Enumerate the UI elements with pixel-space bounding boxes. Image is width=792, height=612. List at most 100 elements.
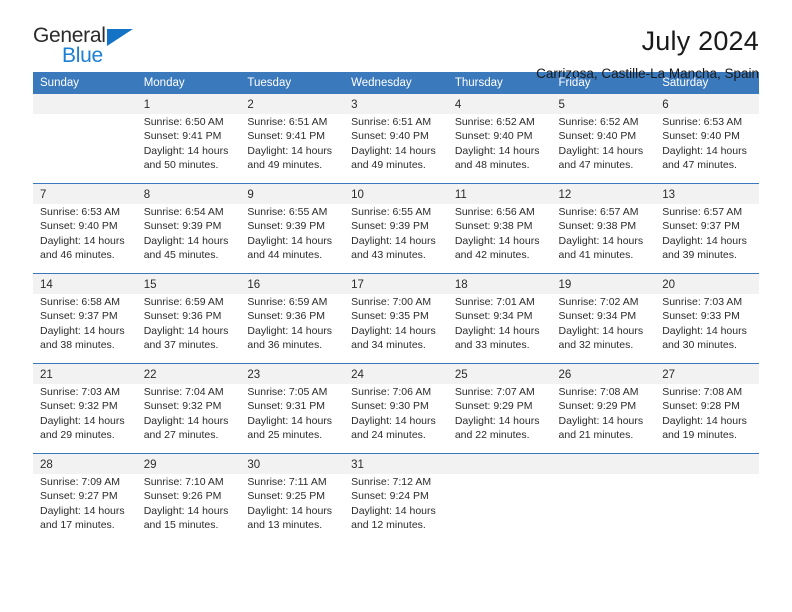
- daylight-text-line1: Daylight: 14 hours: [247, 144, 333, 157]
- sunset-text: Sunset: 9:38 PM: [454, 220, 533, 233]
- daylight-text-line1: Daylight: 14 hours: [40, 234, 125, 247]
- day-number-cell[interactable]: 20: [655, 274, 759, 294]
- day-number-cell[interactable]: 11: [447, 184, 552, 204]
- day-number-cell[interactable]: 29: [136, 454, 241, 474]
- weekday-header-tuesday: Tuesday: [240, 72, 345, 94]
- day-info-cell[interactable]: Sunrise: 6:58 AM Sunset: 9:37 PM Daylight:…: [33, 294, 137, 363]
- daylight-text-line1: Daylight: 14 hours: [40, 324, 125, 337]
- day-info-cell[interactable]: Sunrise: 6:50 AM Sunset: 9:41 PM Daylight:…: [136, 114, 241, 183]
- day-info-cell[interactable]: Sunrise: 6:52 AM Sunset: 9:40 PM Daylight:…: [551, 114, 656, 183]
- daylight-text-line2: and 34 minutes.: [351, 338, 426, 351]
- day-info-cell[interactable]: Sunrise: 7:02 AM Sunset: 9:34 PM Daylight:…: [551, 294, 656, 363]
- empty-day-cell: [655, 454, 759, 474]
- day-number-cell[interactable]: 21: [33, 364, 137, 384]
- sunrise-sunset-calendar: Sunday Monday Tuesday Wednesday Thursday…: [33, 72, 759, 543]
- day-info-cell[interactable]: Sunrise: 7:08 AM Sunset: 9:29 PM Daylight:…: [551, 384, 656, 453]
- day-info-cell[interactable]: Sunrise: 7:08 AM Sunset: 9:28 PM Daylight:…: [655, 384, 759, 453]
- day-info-cell[interactable]: Sunrise: 7:09 AM Sunset: 9:27 PM Daylight:…: [33, 474, 137, 543]
- day-number-cell[interactable]: 9: [240, 184, 345, 204]
- sunrise-text: Sunrise: 6:59 AM: [247, 296, 328, 308]
- daylight-text-line1: Daylight: 14 hours: [662, 414, 747, 427]
- sunset-text: Sunset: 9:39 PM: [247, 220, 326, 233]
- day-info-cell[interactable]: Sunrise: 6:56 AM Sunset: 9:38 PM Daylight:…: [447, 204, 552, 273]
- day-info-cell[interactable]: Sunrise: 6:55 AM Sunset: 9:39 PM Daylight:…: [240, 204, 345, 273]
- day-number-cell[interactable]: 13: [655, 184, 759, 204]
- day-info-cell[interactable]: Sunrise: 6:54 AM Sunset: 9:39 PM Daylight:…: [136, 204, 241, 273]
- sunset-text: Sunset: 9:28 PM: [662, 400, 740, 413]
- daylight-text-line1: Daylight: 14 hours: [662, 144, 747, 157]
- sunset-text: Sunset: 9:40 PM: [351, 130, 429, 143]
- day-number-cell[interactable]: 22: [136, 364, 241, 384]
- day-info-cell[interactable]: Sunrise: 7:07 AM Sunset: 9:29 PM Daylight:…: [447, 384, 552, 453]
- daylight-text-line1: Daylight: 14 hours: [454, 324, 540, 337]
- daylight-text-line2: and 41 minutes.: [558, 248, 634, 261]
- day-number-cell[interactable]: 12: [551, 184, 656, 204]
- general-blue-logo[interactable]: General Blue: [33, 24, 153, 70]
- weekday-header-wednesday: Wednesday: [344, 72, 448, 94]
- day-info-cell[interactable]: Sunrise: 7:04 AM Sunset: 9:32 PM Daylight:…: [136, 384, 241, 453]
- day-info-cell[interactable]: Sunrise: 6:51 AM Sunset: 9:41 PM Daylight:…: [240, 114, 345, 183]
- day-info-cell[interactable]: Sunrise: 7:12 AM Sunset: 9:24 PM Daylight:…: [344, 474, 448, 543]
- day-number-cell[interactable]: 4: [447, 94, 552, 114]
- day-number-cell[interactable]: 31: [344, 454, 448, 474]
- day-info-cell[interactable]: Sunrise: 7:06 AM Sunset: 9:30 PM Daylight:…: [344, 384, 448, 453]
- day-info-cell[interactable]: Sunrise: 6:55 AM Sunset: 9:39 PM Daylight:…: [344, 204, 448, 273]
- day-info-cell[interactable]: Sunrise: 6:53 AM Sunset: 9:40 PM Daylight:…: [33, 204, 137, 273]
- day-number-cell[interactable]: 5: [551, 94, 656, 114]
- day-number-cell[interactable]: 30: [240, 454, 345, 474]
- day-info-cell[interactable]: Sunrise: 7:05 AM Sunset: 9:31 PM Daylight:…: [240, 384, 345, 453]
- daylight-text-line1: Daylight: 14 hours: [247, 504, 333, 517]
- day-info-cell[interactable]: Sunrise: 7:03 AM Sunset: 9:33 PM Daylight:…: [655, 294, 759, 363]
- day-number-cell[interactable]: 24: [344, 364, 448, 384]
- day-number-cell[interactable]: 15: [136, 274, 241, 294]
- day-number-cell[interactable]: 19: [551, 274, 656, 294]
- day-number-cell[interactable]: 25: [447, 364, 552, 384]
- daylight-text-line1: Daylight: 14 hours: [247, 324, 333, 337]
- day-info-cell[interactable]: Sunrise: 6:59 AM Sunset: 9:36 PM Daylight:…: [136, 294, 241, 363]
- day-number-cell[interactable]: 17: [344, 274, 448, 294]
- day-number-cell[interactable]: 26: [551, 364, 656, 384]
- day-number-cell[interactable]: 23: [240, 364, 345, 384]
- daylight-text-line1: Daylight: 14 hours: [247, 414, 333, 427]
- day-info-cell[interactable]: Sunrise: 7:01 AM Sunset: 9:34 PM Daylight:…: [447, 294, 552, 363]
- day-info-cell[interactable]: Sunrise: 6:53 AM Sunset: 9:40 PM Daylight:…: [655, 114, 759, 183]
- daylight-text-line2: and 45 minutes.: [143, 248, 219, 261]
- day-number-cell[interactable]: 18: [447, 274, 552, 294]
- day-info-cell[interactable]: Sunrise: 6:52 AM Sunset: 9:40 PM Daylight:…: [447, 114, 552, 183]
- day-info-cell[interactable]: Sunrise: 6:59 AM Sunset: 9:36 PM Daylight:…: [240, 294, 345, 363]
- day-info-cell[interactable]: Sunrise: 6:51 AM Sunset: 9:40 PM Daylight:…: [344, 114, 448, 183]
- day-info-cell[interactable]: Sunrise: 6:57 AM Sunset: 9:37 PM Daylight:…: [655, 204, 759, 273]
- day-info-cell[interactable]: Sunrise: 7:11 AM Sunset: 9:25 PM Daylight:…: [240, 474, 345, 543]
- day-info-cell[interactable]: Sunrise: 6:57 AM Sunset: 9:38 PM Daylight:…: [551, 204, 656, 273]
- day-number-cell[interactable]: 28: [33, 454, 137, 474]
- daylight-text-line1: Daylight: 14 hours: [40, 414, 125, 427]
- sunrise-text: Sunrise: 7:10 AM: [143, 476, 224, 488]
- table-row: 14 15 16 17 18 19 20: [33, 274, 759, 294]
- day-info-cell[interactable]: Sunrise: 7:00 AM Sunset: 9:35 PM Daylight:…: [344, 294, 448, 363]
- day-number-cell[interactable]: 14: [33, 274, 137, 294]
- day-number-cell[interactable]: 16: [240, 274, 345, 294]
- day-number-cell[interactable]: 10: [344, 184, 448, 204]
- day-number-cell[interactable]: 27: [655, 364, 759, 384]
- daylight-text-line1: Daylight: 14 hours: [351, 414, 436, 427]
- empty-day-cell: [33, 94, 137, 114]
- daylight-text-line2: and 37 minutes.: [143, 338, 219, 351]
- sunset-text: Sunset: 9:31 PM: [247, 400, 326, 413]
- sunset-text: Sunset: 9:34 PM: [454, 310, 533, 323]
- day-info-cell[interactable]: Sunrise: 7:10 AM Sunset: 9:26 PM Daylight:…: [136, 474, 241, 543]
- sunrise-text: Sunrise: 6:55 AM: [351, 206, 432, 218]
- day-number-cell[interactable]: 3: [344, 94, 448, 114]
- day-number-cell[interactable]: 8: [136, 184, 241, 204]
- day-info-cell[interactable]: Sunrise: 7:03 AM Sunset: 9:32 PM Daylight:…: [33, 384, 137, 453]
- day-number-cell[interactable]: 2: [240, 94, 345, 114]
- daylight-text-line2: and 25 minutes.: [247, 428, 323, 441]
- day-number-cell[interactable]: 7: [33, 184, 137, 204]
- sunrise-text: Sunrise: 6:57 AM: [662, 206, 743, 218]
- sunrise-text: Sunrise: 6:54 AM: [143, 206, 224, 218]
- daylight-text-line1: Daylight: 14 hours: [351, 324, 436, 337]
- day-number-cell[interactable]: 1: [136, 94, 241, 114]
- sunset-text: Sunset: 9:32 PM: [40, 400, 118, 413]
- logo-text-blue: Blue: [62, 44, 103, 67]
- sunset-text: Sunset: 9:29 PM: [454, 400, 533, 413]
- day-number-cell[interactable]: 6: [655, 94, 759, 114]
